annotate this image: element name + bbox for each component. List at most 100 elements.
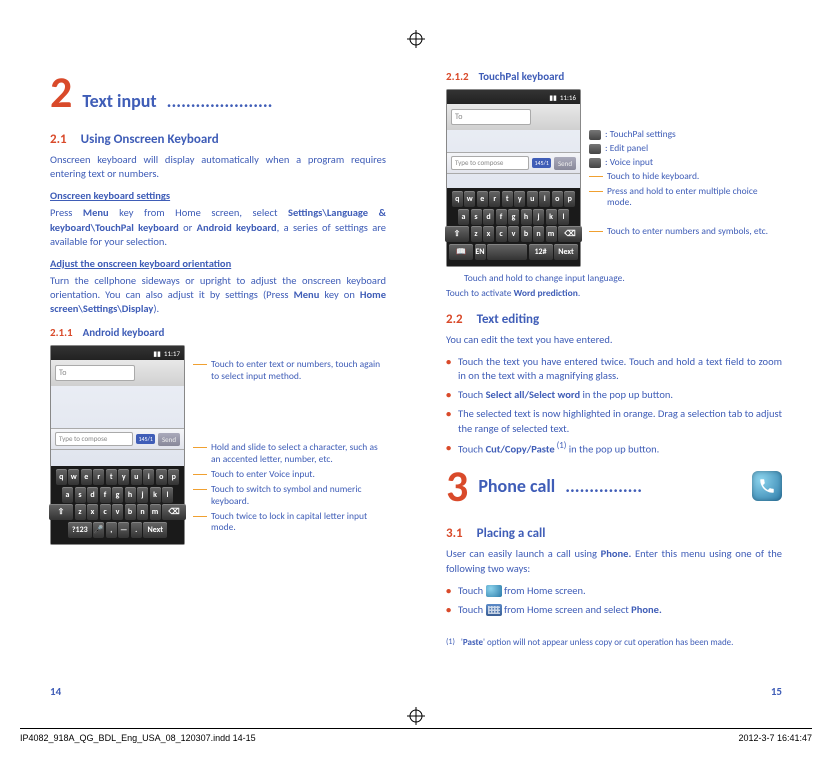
key: e xyxy=(81,469,92,485)
touchpal-keyboard: qwertyuiop asdfghjkl ⇧zxcvbnm⌫ 📖EN12#Nex… xyxy=(447,188,580,266)
key: d xyxy=(87,487,98,503)
section-2-2-title: Text editing xyxy=(477,312,540,327)
key: v xyxy=(112,504,123,520)
key: l xyxy=(558,209,569,225)
key: n xyxy=(533,226,544,242)
signal-icon: ▮▮ xyxy=(549,93,557,102)
char-count-badge: 145/1 xyxy=(136,434,154,444)
chapter-3-dots: ................ xyxy=(565,475,738,497)
section-2-1-number: 2.1 xyxy=(50,132,67,147)
key: l xyxy=(162,487,173,503)
key: . xyxy=(131,522,142,538)
annot-hold-slide: Hold and slide to select a character, su… xyxy=(211,442,386,466)
key: o xyxy=(156,469,167,485)
key: b xyxy=(125,504,136,520)
char-count-badge: 145/1 xyxy=(532,158,550,168)
time-label: 11:16 xyxy=(560,93,576,102)
step-highlight-drag: The selected text is now highlighted in … xyxy=(446,407,782,435)
key: x xyxy=(483,226,494,242)
key: ⇧ xyxy=(49,504,73,520)
legend-edit-panel: : Edit panel xyxy=(605,143,648,155)
section-2-2-intro: You can edit the text you have entered. xyxy=(446,333,782,347)
key: q xyxy=(56,469,67,485)
key: o xyxy=(552,191,563,207)
key xyxy=(487,244,527,260)
page-number-14: 14 xyxy=(50,685,61,698)
annot-symbol-keyboard: Touch to switch to symbol and numeric ke… xyxy=(211,484,386,508)
to-row: To xyxy=(51,360,184,386)
footer-date: 2012-3-7 16:41:47 xyxy=(738,733,812,743)
text-editing-steps: Touch the text you have entered twice. T… xyxy=(446,355,782,457)
key: Next xyxy=(554,244,578,260)
key: 🎤 xyxy=(93,522,104,538)
key: t xyxy=(502,191,513,207)
step-touch-twice: Touch the text you have entered twice. T… xyxy=(446,355,782,383)
touchpal-keyboard-annotations: : TouchPal settings : Edit panel : Voice… xyxy=(589,89,782,267)
phone-call-icon xyxy=(752,471,782,501)
key: r xyxy=(489,191,500,207)
section-2-1-1-title: Android keyboard xyxy=(83,326,165,339)
compose-bar: Type to compose 145/1 Send xyxy=(51,428,184,450)
chapter-3-number: 3 xyxy=(446,464,468,508)
touchpal-keyboard-figure: ▮▮ 11:16 To Type to compose 145/1 Send q… xyxy=(446,89,782,267)
section-2-1-2-title: TouchPal keyboard xyxy=(479,70,565,83)
annot-caps-lock: Touch twice to lock in capital letter in… xyxy=(211,511,386,535)
legend-touchpal-settings: : TouchPal settings xyxy=(605,129,676,141)
key: ?123 xyxy=(68,522,92,538)
key: c xyxy=(496,226,507,242)
print-footer: IP4082_918A_QG_BDL_Eng_USA_08_120307.ind… xyxy=(20,728,812,743)
to-row: To xyxy=(447,104,580,130)
key: 12# xyxy=(529,244,553,260)
key: w xyxy=(464,191,475,207)
send-button: Send xyxy=(158,433,180,446)
key: b xyxy=(521,226,532,242)
key: s xyxy=(471,209,482,225)
time-label: 11:17 xyxy=(164,349,180,358)
key: f xyxy=(496,209,507,225)
step-cut-copy-paste: Touch Cut/Copy/Paste (1) in the pop up b… xyxy=(446,441,782,457)
key: z xyxy=(75,504,86,520)
footnote-marker: (1) xyxy=(446,637,455,649)
key: q xyxy=(452,191,463,207)
registration-mark-bottom xyxy=(407,707,425,725)
placing-call-steps: Touch from Home screen. Touch from Home … xyxy=(446,584,782,617)
key: a xyxy=(458,209,469,225)
key: p xyxy=(564,191,575,207)
key: g xyxy=(112,487,123,503)
page-15: 2.1.2 TouchPal keyboard ▮▮ 11:16 To Type… xyxy=(416,0,832,773)
key: Next xyxy=(143,522,167,538)
annot-input-method: Touch to enter text or numbers, touch ag… xyxy=(211,359,386,383)
key: EN xyxy=(475,244,486,260)
key: m xyxy=(546,226,557,242)
key: ⌫ xyxy=(162,504,186,520)
key: u xyxy=(527,191,538,207)
key: t xyxy=(106,469,117,485)
key: f xyxy=(100,487,111,503)
adjust-orientation-body: Turn the cellphone sideways or upright t… xyxy=(50,274,386,317)
section-2-1-intro: Onscreen keyboard will display automatic… xyxy=(50,153,386,181)
adjust-orientation-head: Adjust the onscreen keyboard orientation xyxy=(50,257,386,270)
key: ⇧ xyxy=(445,226,469,242)
section-2-1-1-number: 2.1.1 xyxy=(50,326,73,339)
key: , xyxy=(106,522,117,538)
compose-field: Type to compose xyxy=(55,432,133,446)
key: s xyxy=(75,487,86,503)
compose-field: Type to compose xyxy=(451,156,529,170)
section-2-1-2-number: 2.1.2 xyxy=(446,70,469,83)
key: e xyxy=(477,191,488,207)
key: k xyxy=(546,209,557,225)
key: v xyxy=(508,226,519,242)
key: w xyxy=(68,469,79,485)
annot-hide-keyboard: Touch to hide keyboard. xyxy=(607,171,699,183)
legend-voice-input: : Voice input xyxy=(605,157,653,169)
section-3-1-title: Placing a call xyxy=(477,526,546,541)
caption-change-language: Touch and hold to change input language. xyxy=(446,273,782,285)
key: r xyxy=(93,469,104,485)
to-field: To xyxy=(55,365,135,381)
touchpal-keyboard-screenshot: ▮▮ 11:16 To Type to compose 145/1 Send q… xyxy=(446,89,581,267)
android-keyboard-screenshot: ▮▮ 11:17 To Type to compose 145/1 Send q… xyxy=(50,345,185,545)
step-touch-phone-home: Touch from Home screen. xyxy=(446,584,782,598)
section-3-1-number: 3.1 xyxy=(446,526,463,541)
key: j xyxy=(533,209,544,225)
key: x xyxy=(87,504,98,520)
